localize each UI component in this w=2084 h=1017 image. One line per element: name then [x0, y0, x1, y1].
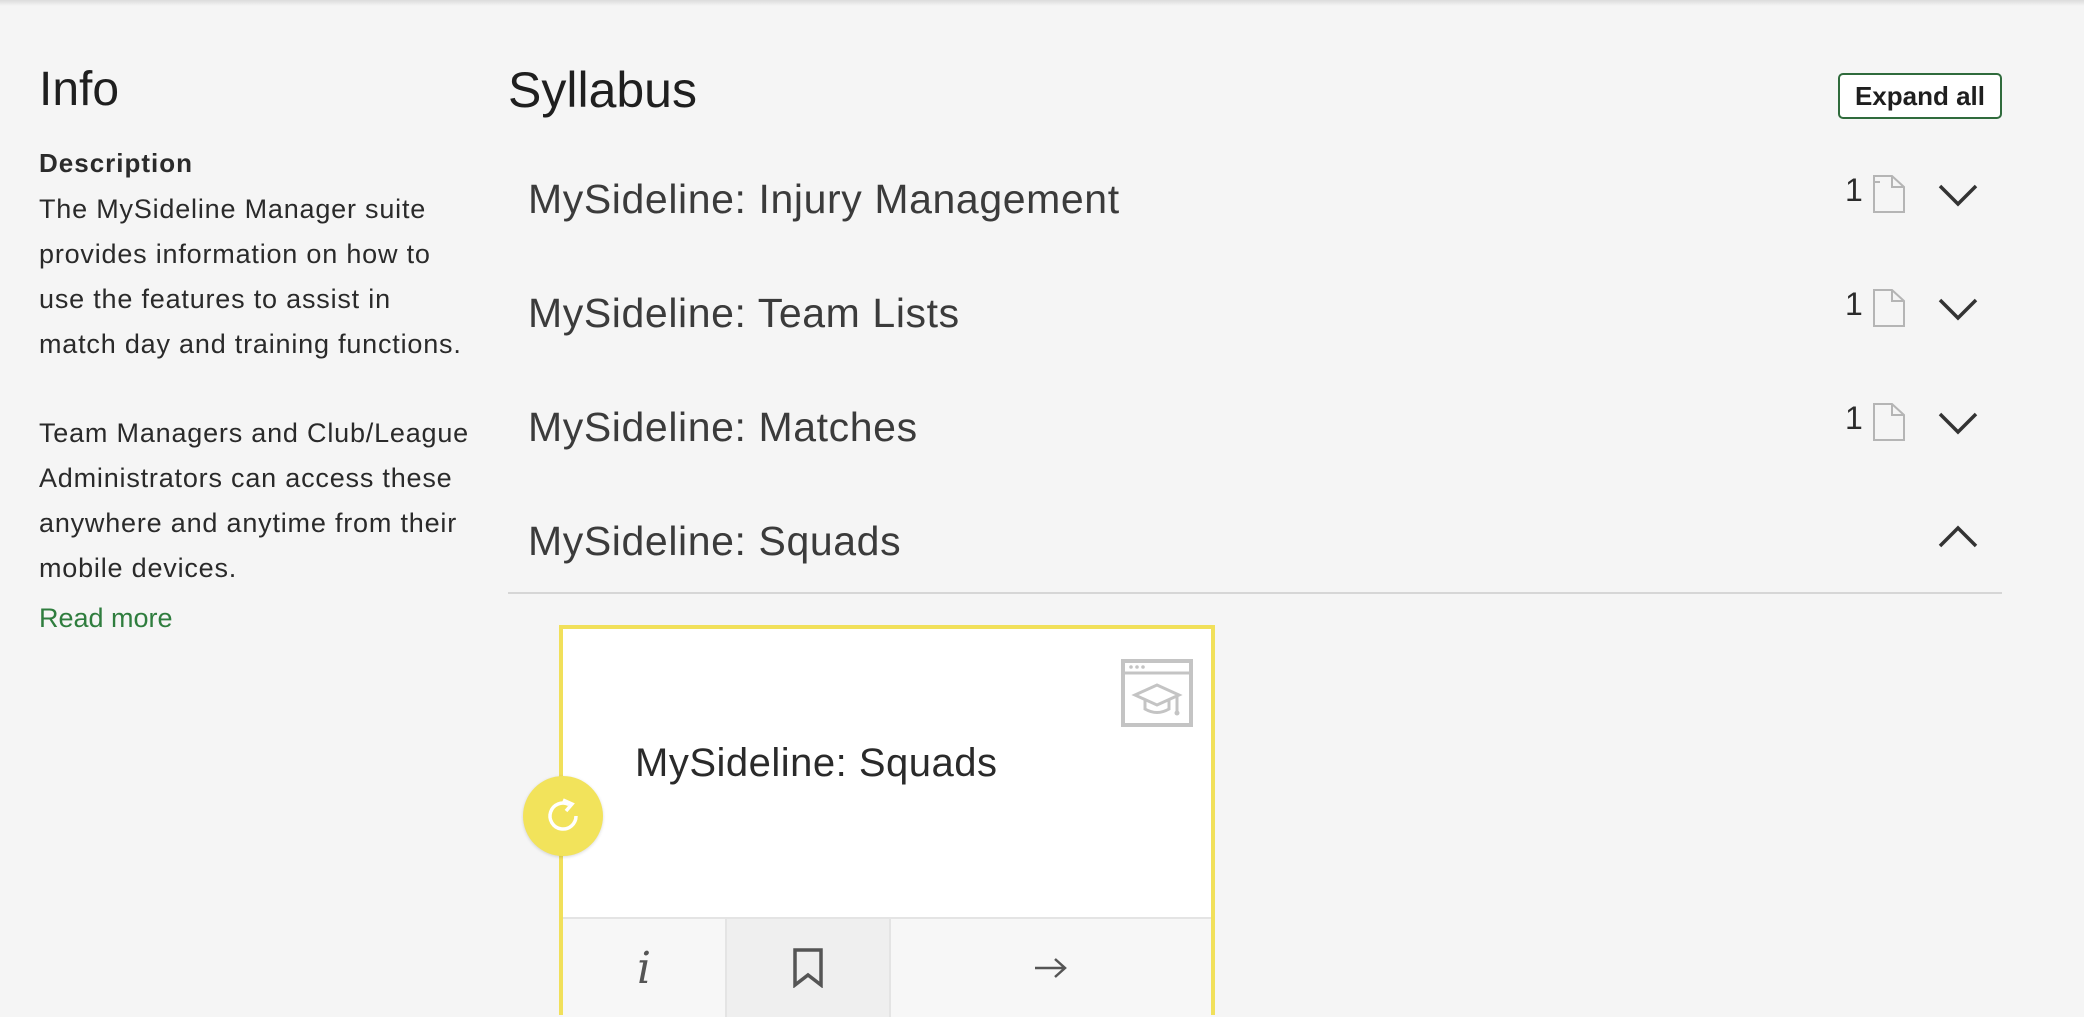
top-shadow [0, 0, 2084, 6]
module-row-injury-management[interactable]: MySideline: Injury Management 1 [508, 148, 2002, 248]
card-body[interactable]: MySideline: Squads [563, 629, 1211, 917]
chevron-down-icon[interactable] [1936, 178, 1980, 210]
module-row-matches[interactable]: MySideline: Matches 1 [508, 376, 2002, 476]
in-progress-badge [523, 776, 603, 856]
expand-all-button[interactable]: Expand all [1838, 73, 2002, 119]
module-item-count: 1 [1845, 172, 1863, 208]
module-title: MySideline: Team Lists [528, 290, 960, 336]
info-panel: Info Description The MySideline Manager … [39, 58, 469, 634]
chevron-up-icon[interactable] [1936, 520, 1980, 552]
course-card[interactable]: MySideline: Squads i [559, 625, 1215, 1017]
arrow-right-icon [1035, 958, 1067, 978]
document-icon [1873, 289, 1905, 327]
refresh-icon [548, 798, 578, 831]
module-divider [508, 592, 2002, 594]
description-heading: Description [39, 148, 194, 178]
syllabus-title: Syllabus [508, 62, 697, 118]
description-paragraph-2: Team Managers and Club/League Administra… [39, 418, 469, 583]
course-icon [1121, 659, 1193, 727]
bookmark-button[interactable] [727, 919, 891, 1017]
bookmark-icon [793, 948, 823, 988]
module-title: MySideline: Squads [528, 518, 902, 564]
chevron-down-icon[interactable] [1936, 406, 1980, 438]
module-row-squads[interactable]: MySideline: Squads [508, 490, 2002, 590]
module-title: MySideline: Matches [528, 404, 918, 450]
module-title: MySideline: Injury Management [528, 176, 1120, 222]
document-icon [1873, 175, 1905, 213]
document-icon [1873, 403, 1905, 441]
info-title: Info [39, 63, 120, 116]
card-footer: i [563, 917, 1211, 1017]
module-row-team-lists[interactable]: MySideline: Team Lists 1 [508, 262, 2002, 362]
description-paragraph-1: The MySideline Manager suite provides in… [39, 194, 462, 359]
info-button[interactable]: i [563, 919, 727, 1017]
card-title: MySideline: Squads [635, 741, 998, 785]
read-more-link[interactable]: Read more [39, 603, 173, 634]
module-item-count: 1 [1845, 400, 1863, 436]
module-item-count: 1 [1845, 286, 1863, 322]
chevron-down-icon[interactable] [1936, 292, 1980, 324]
info-icon: i [636, 942, 652, 994]
open-course-button[interactable] [891, 919, 1211, 1017]
